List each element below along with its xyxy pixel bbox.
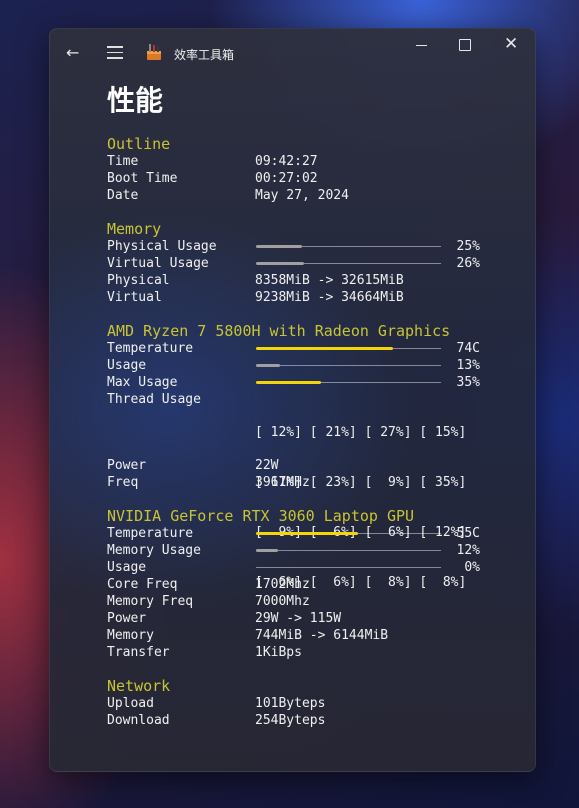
performance-panel: Outline Time 09:42:27 Boot Time 00:27:02…: [107, 136, 487, 729]
gpu-memory-usage-label: Memory Usage: [107, 543, 201, 558]
cpu-freq-value: 3967MHz: [255, 475, 310, 490]
gpu-power-value: 29W -> 115W: [255, 611, 342, 626]
gpu-temperature-label: Temperature: [107, 526, 194, 541]
close-icon[interactable]: ✕: [504, 34, 518, 54]
physical-row: Physical 8358MiB -> 32615MiB: [107, 272, 487, 289]
date-value: May 27, 2024: [255, 188, 349, 203]
gpu-memory-freq-value: 7000Mhz: [255, 594, 310, 609]
time-row: Time 09:42:27: [107, 153, 487, 170]
cpu-usage-value: 13%: [456, 358, 480, 373]
boot-time-value: 00:27:02: [255, 171, 318, 186]
maximize-button[interactable]: [459, 39, 471, 51]
physical-usage-label: Physical Usage: [107, 239, 217, 254]
gpu-temperature-bar: [256, 532, 441, 535]
gpu-temperature-fill: [256, 532, 358, 535]
virtual-usage-row: Virtual Usage 26%: [107, 255, 487, 272]
cpu-usage-label: Usage: [107, 358, 147, 373]
gpu-transfer-value: 1KiBps: [255, 645, 302, 660]
gpu-usage-value: 0%: [464, 560, 480, 575]
cpu-max-usage-label: Max Usage: [107, 375, 178, 390]
thread-usage-line: [ 12%] [ 21%] [ 27%] [ 15%]: [255, 425, 467, 440]
gpu-memory-usage-value: 12%: [456, 543, 480, 558]
boot-time-row: Boot Time 00:27:02: [107, 170, 487, 187]
hamburger-icon[interactable]: [107, 46, 123, 63]
cpu-power-label: Power: [107, 458, 147, 473]
physical-usage-bar: [256, 245, 441, 248]
gpu-memory-label: Memory: [107, 628, 154, 643]
minimize-button[interactable]: [416, 39, 430, 53]
virtual-usage-fill: [256, 262, 305, 265]
title-bar: ← 效率工具箱 ✕: [50, 29, 535, 77]
virtual-usage-bar: [256, 262, 441, 265]
cpu-freq-row: Freq 3967MHz: [107, 474, 487, 491]
gpu-core-freq-label: Core Freq: [107, 577, 178, 592]
cpu-freq-label: Freq: [107, 475, 139, 490]
gpu-usage-row: Usage 0%: [107, 559, 487, 576]
gpu-usage-bar: [256, 567, 441, 568]
gpu-memory-freq-row: Memory Freq 7000Mhz: [107, 593, 487, 610]
virtual-label: Virtual: [107, 290, 162, 305]
cpu-max-usage-row: Max Usage 35%: [107, 374, 487, 391]
toolbox-icon: [146, 43, 162, 61]
gpu-memory-usage-fill: [256, 549, 279, 552]
gpu-power-row: Power 29W -> 115W: [107, 610, 487, 627]
gpu-temperature-row: Temperature 55C: [107, 525, 487, 542]
thread-usage-row: Thread Usage [ 12%] [ 21%] [ 27%] [ 15%]…: [107, 391, 487, 590]
page-title: 性能: [107, 84, 164, 117]
app-title: 效率工具箱: [174, 48, 235, 62]
virtual-value: 9238MiB -> 34664MiB: [255, 290, 404, 305]
physical-usage-fill: [256, 245, 303, 248]
physical-label: Physical: [107, 273, 170, 288]
virtual-usage-percent: 26%: [456, 256, 480, 271]
app-window: ← 效率工具箱 ✕ 性能 Outline Time 09:42:27 Boot …: [49, 28, 536, 772]
cpu-section-title: AMD Ryzen 7 5800H with Radeon Graphics: [107, 322, 451, 340]
upload-value: 101Byteps: [255, 696, 326, 711]
gpu-temperature-value: 55C: [456, 526, 480, 541]
gpu-transfer-row: Transfer 1KiBps: [107, 644, 487, 661]
cpu-max-usage-bar: [256, 381, 441, 384]
gpu-core-freq-row: Core Freq 1702Mhz: [107, 576, 487, 593]
gpu-memory-value: 744MiB -> 6144MiB: [255, 628, 389, 643]
memory-section-title: Memory: [107, 220, 162, 238]
cpu-max-usage-fill: [256, 381, 321, 384]
cpu-temperature-label: Temperature: [107, 341, 194, 356]
outline-section-title: Outline: [107, 135, 171, 153]
upload-row: Upload 101Byteps: [107, 695, 487, 712]
cpu-power-row: Power 22W: [107, 457, 487, 474]
cpu-usage-fill: [256, 364, 281, 367]
physical-usage-percent: 25%: [456, 239, 480, 254]
physical-value: 8358MiB -> 32615MiB: [255, 273, 404, 288]
cpu-power-value: 22W: [255, 458, 279, 473]
gpu-memory-usage-bar: [256, 549, 441, 552]
gpu-transfer-label: Transfer: [107, 645, 170, 660]
gpu-usage-label: Usage: [107, 560, 147, 575]
download-value: 254Byteps: [255, 713, 326, 728]
gpu-power-label: Power: [107, 611, 147, 626]
date-label: Date: [107, 188, 139, 203]
time-label: Time: [107, 154, 139, 169]
virtual-row: Virtual 9238MiB -> 34664MiB: [107, 289, 487, 306]
arrow-left-icon[interactable]: ←: [66, 43, 79, 62]
gpu-memory-row: Memory 744MiB -> 6144MiB: [107, 627, 487, 644]
gpu-core-freq-value: 1702Mhz: [255, 577, 310, 592]
cpu-temperature-fill: [256, 347, 393, 350]
boot-time-label: Boot Time: [107, 171, 178, 186]
thread-usage-label: Thread Usage: [107, 392, 201, 407]
cpu-temperature-value: 74C: [456, 341, 480, 356]
download-row: Download 254Byteps: [107, 712, 487, 729]
upload-label: Upload: [107, 696, 154, 711]
cpu-usage-row: Usage 13%: [107, 357, 487, 374]
network-section-title: Network: [107, 677, 171, 695]
gpu-memory-freq-label: Memory Freq: [107, 594, 194, 609]
time-value: 09:42:27: [255, 154, 318, 169]
physical-usage-row: Physical Usage 25%: [107, 238, 487, 255]
cpu-temperature-row: Temperature 74C: [107, 340, 487, 357]
cpu-usage-bar: [256, 364, 441, 367]
virtual-usage-label: Virtual Usage: [107, 256, 209, 271]
date-row: Date May 27, 2024: [107, 187, 487, 204]
gpu-memory-usage-row: Memory Usage 12%: [107, 542, 487, 559]
cpu-temperature-bar: [256, 347, 441, 350]
download-label: Download: [107, 713, 170, 728]
cpu-max-usage-value: 35%: [456, 375, 480, 390]
